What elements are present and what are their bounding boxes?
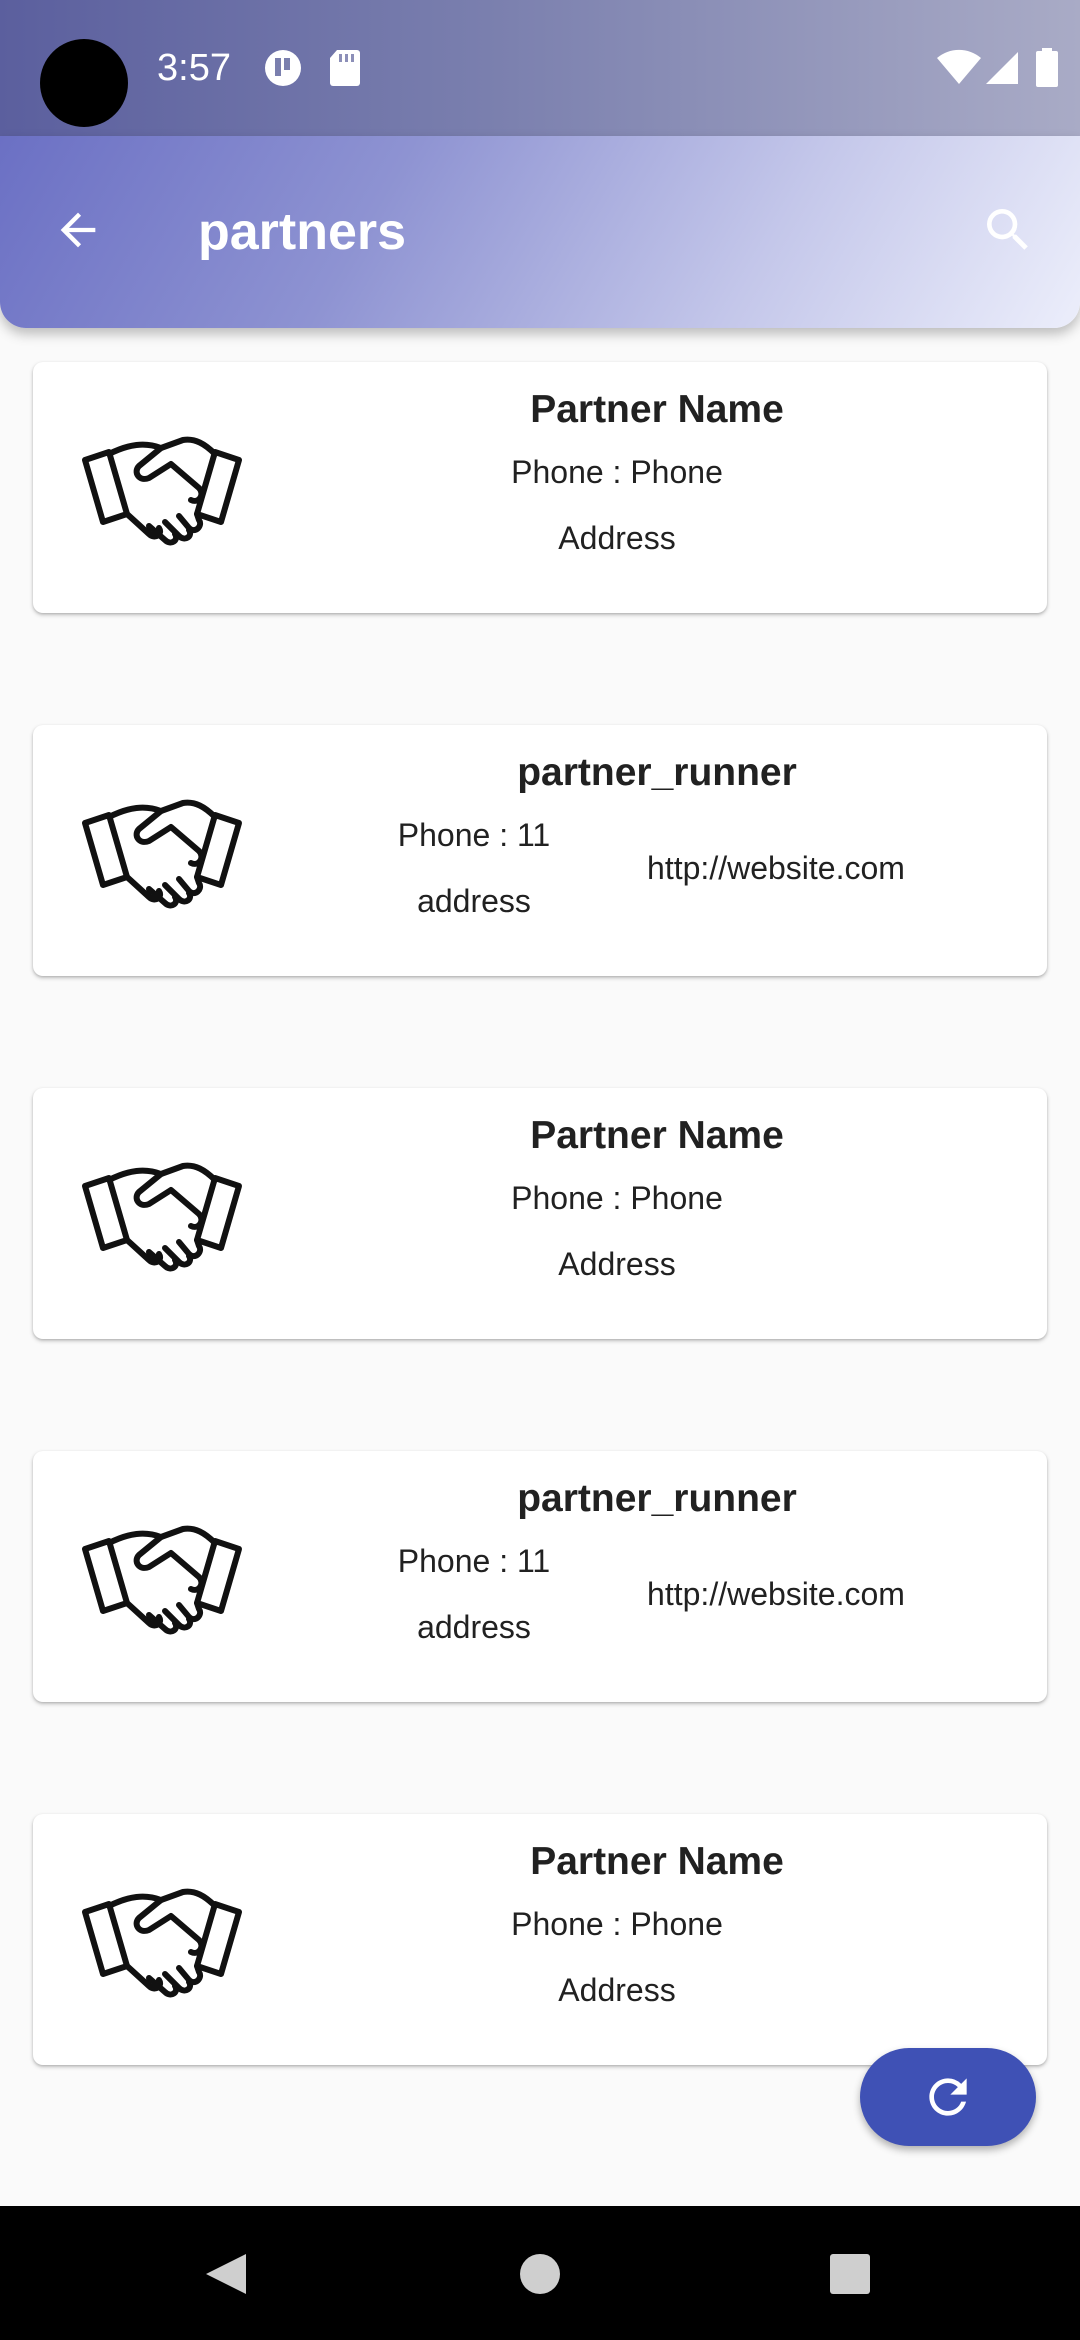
partner-address: address	[417, 883, 531, 919]
nav-back-button[interactable]	[194, 2242, 258, 2306]
partner-phone: Phone : 11	[397, 1543, 551, 1579]
arrow-back-icon	[60, 212, 96, 248]
partner-website[interactable]: http://website.com	[603, 846, 949, 890]
handshake-icon	[77, 1882, 247, 2006]
back-button[interactable]	[36, 188, 120, 272]
handshake-icon	[77, 430, 247, 554]
partner-card[interactable]: Partner Name Phone : Phone Address	[33, 1088, 1047, 1339]
partner-card[interactable]: partner_runner Phone : 11 address http:/…	[33, 725, 1047, 976]
partner-name: Partner Name	[530, 1114, 784, 1157]
search-icon	[987, 209, 1028, 250]
handshake-icon	[77, 1156, 247, 1280]
cellular-signal-icon	[984, 48, 1020, 88]
status-time: 3:57	[157, 47, 231, 89]
nav-home-button[interactable]	[508, 2242, 572, 2306]
partner-name: partner_runner	[517, 1477, 797, 1520]
status-bar: 3:57	[0, 0, 1080, 136]
partner-website[interactable]: http://website.com	[603, 1572, 949, 1616]
camera-cutout	[40, 39, 128, 127]
search-button[interactable]	[966, 188, 1050, 272]
refresh-button[interactable]	[860, 2048, 1036, 2146]
recents-square-icon	[830, 2254, 870, 2294]
partner-phone: Phone : Phone	[511, 1906, 723, 1942]
partner-card[interactable]: Partner Name Phone : Phone Address	[33, 362, 1047, 613]
partner-card[interactable]: partner_runner Phone : 11 address http:/…	[33, 1451, 1047, 1702]
partner-address: Address	[558, 1972, 676, 2008]
partner-phone: Phone : Phone	[511, 454, 723, 490]
partner-phone: Phone : Phone	[511, 1180, 723, 1216]
app-notification-icon	[263, 48, 303, 88]
wifi-icon	[936, 48, 982, 88]
partner-card[interactable]: Partner Name Phone : Phone Address	[33, 1814, 1047, 2065]
system-nav-bar	[0, 2206, 1080, 2340]
partner-name: Partner Name	[530, 388, 784, 431]
sd-card-icon	[329, 48, 361, 88]
battery-icon	[1036, 48, 1058, 88]
back-triangle-icon	[206, 2254, 246, 2294]
partner-address: Address	[558, 1246, 676, 1282]
partner-name: partner_runner	[517, 751, 797, 794]
nav-recents-button[interactable]	[818, 2242, 882, 2306]
partner-name: Partner Name	[530, 1840, 784, 1883]
refresh-icon	[929, 2078, 967, 2116]
handshake-icon	[77, 1519, 247, 1643]
partner-address: address	[417, 1609, 531, 1645]
home-circle-icon	[520, 2254, 560, 2294]
app-bar: partners	[0, 136, 1080, 328]
page-title: partners	[198, 203, 407, 261]
partner-phone: Phone : 11	[397, 817, 551, 853]
partner-address: Address	[558, 520, 676, 556]
handshake-icon	[77, 793, 247, 917]
